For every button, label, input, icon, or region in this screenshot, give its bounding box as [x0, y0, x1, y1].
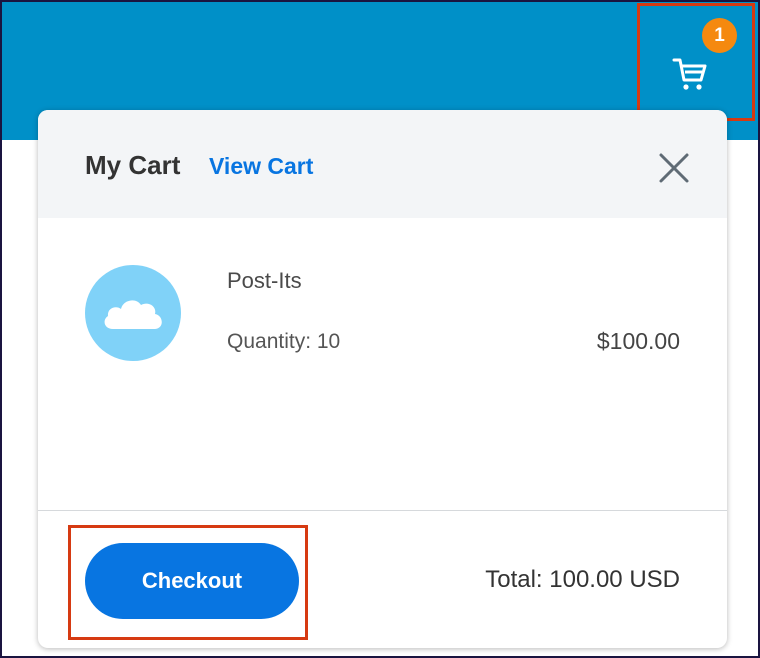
- cart-total: Total: 100.00 USD: [485, 566, 680, 593]
- shopping-cart-icon: [672, 58, 707, 90]
- cart-title: My Cart: [85, 150, 181, 180]
- cart-button[interactable]: 1: [637, 3, 755, 121]
- item-thumbnail: [85, 265, 181, 361]
- cart-count-badge: 1: [702, 18, 737, 53]
- close-icon[interactable]: [654, 148, 694, 188]
- view-cart-link[interactable]: View Cart: [209, 153, 313, 180]
- item-quantity: Quantity: 10: [227, 330, 341, 353]
- item-name: Post-Its: [227, 268, 302, 293]
- item-price: $100.00: [596, 328, 680, 354]
- cart-popup: My Cart View Cart Post-Its Quantity: 10 …: [38, 110, 727, 648]
- cloud-icon: [104, 300, 162, 329]
- cart-popup-header: My Cart View Cart: [38, 110, 727, 218]
- footer-divider: [38, 510, 727, 511]
- checkout-button[interactable]: Checkout: [85, 543, 299, 619]
